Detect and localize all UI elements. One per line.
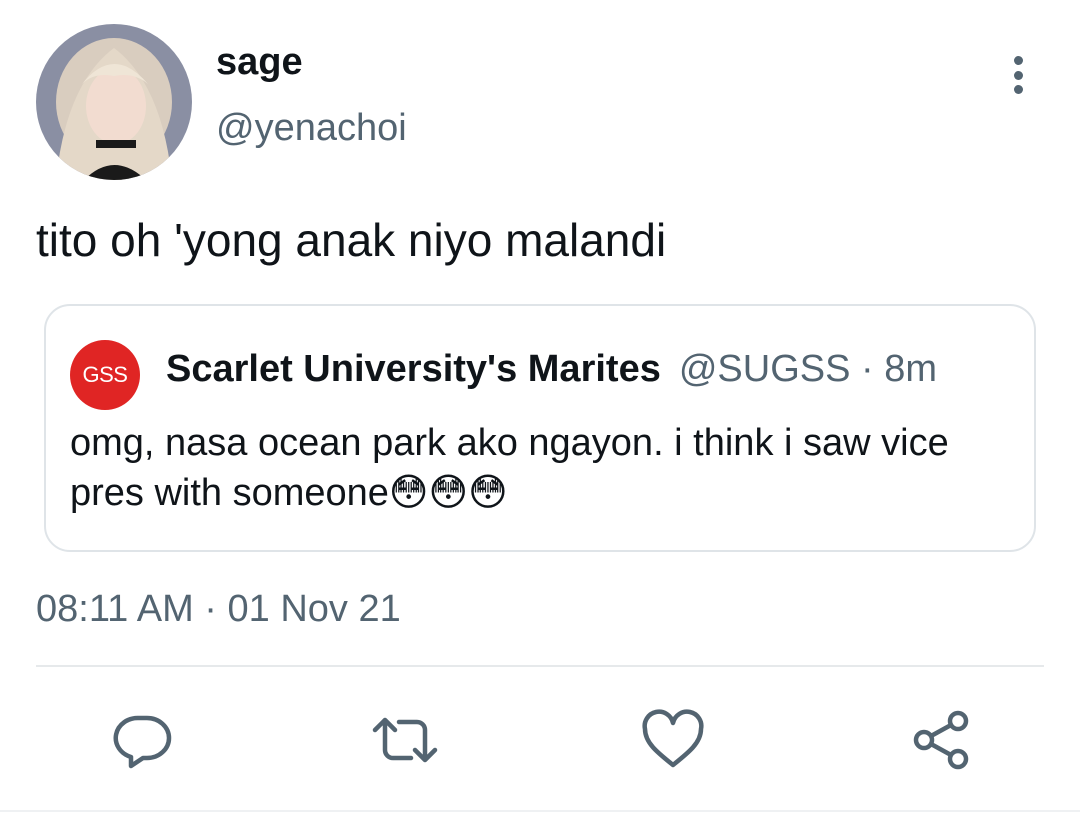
reply-button[interactable] [108,705,178,775]
quoted-avatar: GSS [70,340,140,410]
tweet-timestamp[interactable]: 08:11 AM · 01 Nov 21 [36,586,401,632]
more-vertical-icon[interactable] [998,50,1038,100]
display-name[interactable]: sage [216,40,303,84]
like-button[interactable] [638,705,708,775]
tweet-text: tito oh 'yong anak niyo malandi [36,214,667,266]
divider [36,665,1044,667]
share-icon [913,710,969,770]
avatar[interactable] [36,24,192,180]
user-handle[interactable]: @yenachoi [216,106,407,150]
reply-icon [113,715,172,769]
share-button[interactable] [906,705,976,775]
bottom-border [0,810,1080,812]
quoted-display-name: Scarlet University's Marites [166,348,661,390]
retweet-icon [372,717,438,763]
avatar-photo [36,24,192,180]
heart-icon [642,709,704,768]
quoted-tweet-text: omg, nasa ocean park ako ngayon. i think… [70,422,949,514]
quoted-tweet-header: Scarlet University's Marites @SUGSS · 8m [166,346,937,400]
retweet-button[interactable] [370,705,440,775]
quoted-handle-time: @SUGSS · 8m [678,348,938,390]
quoted-tweet-card[interactable]: GSS Scarlet University's Marites @SUGSS ·… [44,304,1036,552]
